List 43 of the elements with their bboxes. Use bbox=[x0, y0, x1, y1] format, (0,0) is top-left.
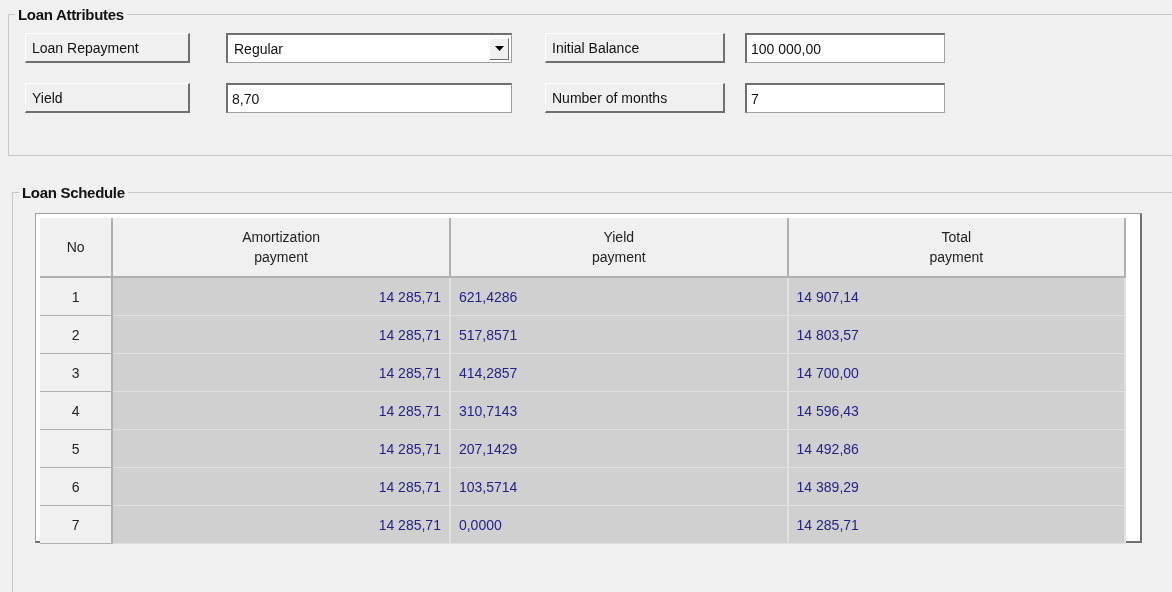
table-cell: 103,5714 bbox=[449, 467, 788, 506]
group-title: Loan Schedule bbox=[21, 184, 126, 201]
table-cell: 414,2857 bbox=[449, 353, 788, 392]
row-number: 7 bbox=[40, 505, 113, 544]
group-title: Loan Attributes bbox=[17, 6, 125, 23]
dropdown[interactable]: Regular bbox=[226, 33, 512, 63]
table-cell: 14 700,00 bbox=[787, 353, 1125, 392]
table-cell: 207,1429 bbox=[449, 429, 788, 468]
row-number: 3 bbox=[40, 353, 113, 392]
column-header[interactable]: Yield payment bbox=[449, 218, 788, 277]
row-number: 2 bbox=[40, 315, 113, 354]
input-field[interactable]: 7 bbox=[745, 83, 945, 113]
table-cell: 14 285,71 bbox=[112, 353, 450, 392]
table-cell: 621,4286 bbox=[449, 277, 788, 316]
table-cell: 14 285,71 bbox=[112, 429, 450, 468]
table-cell: 14 596,43 bbox=[787, 391, 1125, 430]
table-cell: 14 803,57 bbox=[787, 315, 1125, 354]
table-cell: 0,0000 bbox=[449, 505, 788, 544]
column-header[interactable]: No bbox=[40, 218, 113, 277]
field-label-button[interactable]: Yield bbox=[25, 83, 190, 113]
table-cell: 14 285,71 bbox=[787, 505, 1125, 544]
column-header[interactable]: Amortization payment bbox=[112, 218, 450, 277]
table-cell: 14 285,71 bbox=[112, 315, 450, 354]
input-field[interactable]: 8,70 bbox=[226, 83, 512, 113]
table-cell: 14 285,71 bbox=[112, 391, 450, 430]
table-cell: 310,7143 bbox=[449, 391, 788, 430]
table-cell: 14 285,71 bbox=[112, 467, 450, 506]
field-label-button[interactable]: Initial Balance bbox=[545, 33, 725, 63]
row-number: 5 bbox=[40, 429, 113, 468]
field-label-button[interactable]: Loan Repayment bbox=[25, 33, 190, 63]
column-header[interactable]: Total payment bbox=[787, 218, 1125, 277]
table-cell: 14 389,29 bbox=[787, 467, 1125, 506]
row-number: 6 bbox=[40, 467, 113, 506]
row-number: 1 bbox=[40, 277, 113, 316]
table-cell: 14 285,71 bbox=[112, 505, 450, 544]
table-cell: 14 907,14 bbox=[787, 277, 1125, 316]
row-number: 4 bbox=[40, 391, 113, 430]
dropdown-value: Regular bbox=[233, 40, 284, 57]
table-cell: 517,8571 bbox=[449, 315, 788, 354]
table-cell: 14 285,71 bbox=[112, 277, 450, 316]
field-label-button[interactable]: Number of months bbox=[545, 83, 725, 113]
table-cell: 14 492,86 bbox=[787, 429, 1125, 468]
input-field[interactable]: 100 000,00 bbox=[745, 33, 945, 63]
